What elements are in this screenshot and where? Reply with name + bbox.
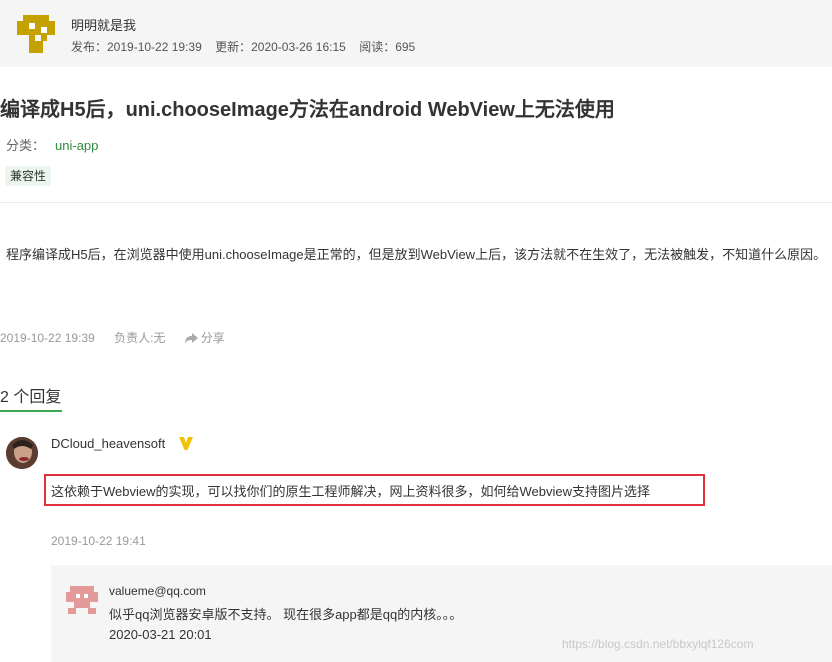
reply-avatar[interactable] — [6, 437, 38, 469]
divider — [0, 202, 832, 203]
replies-heading-underline — [0, 410, 62, 412]
share-icon — [184, 333, 198, 344]
sub-reply-text: 似乎qq浏览器安卓版不支持。 现在很多app都是qq的内核。。。 — [109, 607, 463, 622]
category-label: 分类： — [6, 138, 46, 153]
category-link[interactable]: uni-app — [55, 138, 98, 153]
updated-date: 更新：2020-03-26 16:15 — [215, 40, 346, 54]
category: 分类： uni-app — [6, 135, 98, 154]
watermark: https://blog.csdn.net/bbxylqf126com — [562, 637, 754, 651]
sub-reply-avatar[interactable] — [66, 584, 98, 616]
question-date: 2019-10-22 19:39 — [0, 331, 95, 345]
question-owner: 负责人:无 — [114, 331, 166, 345]
reply-author-name[interactable]: DCloud_heavensoft — [51, 436, 165, 451]
question-footer: 2019-10-22 19:39 负责人:无 分享 — [0, 329, 225, 346]
published-date: 发布：2019-10-22 19:39 — [71, 40, 202, 54]
author-bar: 明明就是我 发布：2019-10-22 19:39 更新：2020-03-26 … — [0, 0, 832, 67]
tag-badge[interactable]: 兼容性 — [5, 166, 52, 186]
question-body: 程序编译成H5后，在浏览器中使用uni.chooseImage是正常的，但是放到… — [6, 247, 827, 262]
author-meta: 发布：2019-10-22 19:39 更新：2020-03-26 16:15 … — [71, 38, 425, 55]
share-button[interactable]: 分享 — [184, 331, 225, 345]
reply-text: 这依赖于Webview的实现，可以找你们的原生工程师解决，网上资料很多，如何给W… — [51, 484, 651, 499]
view-count: 阅读：695 — [359, 40, 416, 54]
replies-heading: 2 个回复 — [0, 389, 62, 406]
author-avatar[interactable] — [15, 13, 57, 55]
reply-time: 2019-10-22 19:41 — [51, 534, 146, 548]
question-title: 编译成H5后，uni.chooseImage方法在android WebView… — [0, 99, 615, 121]
share-label: 分享 — [200, 331, 225, 345]
v-badge-icon — [179, 437, 193, 450]
sub-reply-author[interactable]: valueme@qq.com — [109, 584, 206, 598]
sub-reply-time: 2020-03-21 20:01 — [109, 627, 212, 642]
author-name[interactable]: 明明就是我 — [71, 15, 136, 34]
